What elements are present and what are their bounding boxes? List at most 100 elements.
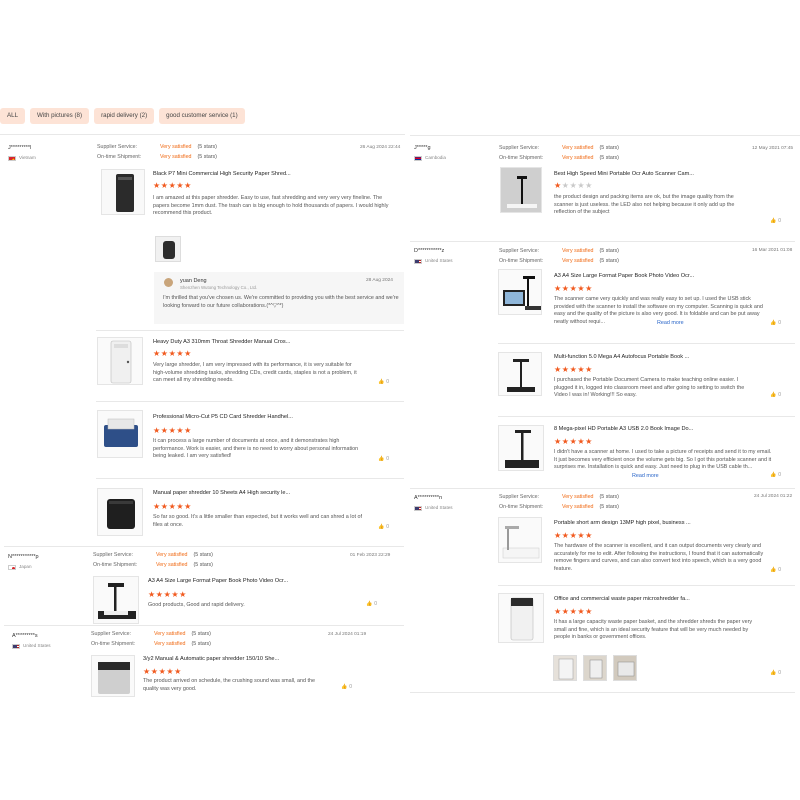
shredder-photo-image: [617, 661, 635, 677]
product-thumbnail[interactable]: [91, 655, 135, 697]
helpful-button[interactable]: 👍 0: [770, 218, 781, 225]
helpful-button[interactable]: 👍 0: [378, 379, 389, 386]
product-title[interactable]: Multi-function 5.0 Mega A4 Autofocus Por…: [554, 354, 714, 362]
thumbs-up-icon: 👍: [378, 524, 385, 530]
review-user: J*********l ★ Vietnam: [8, 145, 36, 162]
product-thumbnail[interactable]: [498, 425, 544, 471]
product-thumbnail[interactable]: [101, 169, 145, 215]
star-rating: ★★★★★: [153, 350, 192, 358]
satisfaction-value: Very satisfied: [562, 258, 594, 265]
star-icon: ★: [561, 607, 570, 616]
review-date: 26 Aug 2024 22:44: [360, 145, 401, 150]
filter-chip-good-service[interactable]: good customer service (1): [159, 108, 245, 125]
star-icon: ★: [160, 181, 169, 190]
helpful-button[interactable]: 👍 0: [770, 567, 781, 574]
helpful-button[interactable]: 👍 0: [366, 601, 377, 608]
scanner-image: [98, 583, 136, 619]
reviewer-country: United States: [414, 258, 453, 265]
helpful-button[interactable]: 👍 0: [378, 456, 389, 463]
product-thumbnail[interactable]: [498, 593, 544, 643]
product-thumbnail[interactable]: [500, 167, 542, 213]
read-more-link[interactable]: Read more: [630, 473, 661, 481]
review-date: 12 May 2021 07:45: [752, 146, 794, 151]
star-icon: ★: [554, 365, 562, 374]
star-rating: ★★★★★: [554, 438, 593, 446]
helpful-button[interactable]: 👍 0: [378, 524, 389, 531]
product-title[interactable]: 3/y2 Manual & Automatic paper shredder 1…: [143, 656, 293, 664]
star-count: (5 stars): [599, 248, 619, 254]
review-text: So far so good. It's a little smaller th…: [153, 514, 362, 528]
review-date: 24 Jul 2024 01:22: [754, 494, 793, 499]
review-divider: [410, 488, 795, 489]
star-rating: ★★★★★: [148, 591, 187, 599]
star-count: (5 stars): [197, 154, 217, 161]
thumbs-up-icon: 👍: [378, 456, 385, 462]
country-name: Cambodia: [425, 155, 446, 161]
thumbs-up-icon: 👍: [770, 320, 777, 326]
product-title[interactable]: Black P7 Mini Commercial High Security P…: [153, 171, 313, 179]
product-title[interactable]: Professional Micro-Cut P5 CD Card Shredd…: [153, 414, 313, 422]
product-title[interactable]: 8 Mega-pixel HD Portable A3 USB 2.0 Book…: [554, 426, 714, 434]
product-title[interactable]: Best High Speed Mini Portable Ocr Auto S…: [554, 171, 714, 179]
helpful-count: 0: [778, 320, 782, 326]
reviewer-name: D***********z: [414, 248, 445, 254]
filter-chip-with-pictures[interactable]: With pictures (8): [30, 108, 90, 125]
read-more-link[interactable]: Read more: [655, 320, 686, 328]
thumbs-up-icon: 👍: [770, 218, 777, 224]
product-title[interactable]: Manual paper shredder 10 Sheets A4 High …: [153, 490, 313, 498]
product-title[interactable]: Office and commercial waste paper micros…: [554, 596, 714, 604]
product-thumbnail[interactable]: [498, 269, 542, 315]
product-title[interactable]: A3 A4 Size Large Format Paper Book Photo…: [554, 273, 714, 281]
product-thumbnail[interactable]: [97, 337, 143, 385]
review-user: N***********p Japan: [8, 554, 39, 571]
satisfaction-value: Very satisfied: [562, 494, 594, 500]
product-title[interactable]: Portable short arm design 13MP high pixe…: [554, 520, 714, 528]
filter-chip-all[interactable]: ALL: [0, 108, 26, 125]
helpful-button[interactable]: 👍 0: [341, 684, 352, 691]
review-photo[interactable]: [553, 655, 577, 681]
helpful-button[interactable]: 👍 0: [770, 320, 781, 327]
reply-date: 28 Aug 2024: [366, 278, 393, 283]
star-icon: ★: [184, 181, 192, 190]
review-text: I purchased the Portable Document Camera…: [554, 377, 745, 399]
star-rating: ★★★★★: [554, 608, 593, 616]
review-photo[interactable]: [613, 655, 637, 681]
review-photo[interactable]: [155, 236, 181, 262]
satisfaction-value: Very satisfied: [154, 641, 186, 648]
product-title[interactable]: A3 A4 Size Large Format Paper Book Photo…: [148, 578, 308, 586]
rating-meta: Supplier Service: Very satisfied (5 stars)…: [97, 144, 217, 161]
avatar: [164, 278, 173, 287]
helpful-button[interactable]: 👍 0: [770, 392, 781, 399]
product-thumbnail[interactable]: [498, 352, 542, 396]
review-date: 24 Jul 2024 01:19: [328, 632, 367, 637]
supplier-service-label: Supplier Service:: [97, 144, 138, 150]
star-count: (5 stars): [599, 258, 619, 265]
filter-chip-rapid-delivery[interactable]: rapid delivery (2): [94, 108, 155, 125]
flag-icon: ★: [8, 156, 16, 162]
star-icon: ★: [561, 437, 570, 446]
review-divider: [96, 478, 404, 479]
seller-reply: yuan Deng Shenzhen Wutong Technology Co.…: [154, 272, 404, 324]
supplier-service-label: Supplier Service:: [499, 494, 540, 500]
review-photo[interactable]: [583, 655, 607, 681]
review-date: 01 Feb 2023 22:29: [350, 553, 391, 558]
product-thumbnail[interactable]: [97, 488, 143, 536]
review-text: The product arrived on schedule, the cru…: [143, 678, 316, 692]
reviewer-name: N***********p: [8, 554, 39, 560]
helpful-button[interactable]: 👍 0: [770, 472, 781, 479]
product-thumbnail[interactable]: [498, 517, 542, 563]
star-icon: ★: [148, 590, 156, 599]
star-icon: ★: [153, 426, 161, 435]
review-text: I didn't have a scanner at home. I used …: [554, 449, 772, 471]
review-date: 16 Mar 2021 01:08: [752, 248, 793, 253]
product-title[interactable]: Heavy Duty A3 310mm Throat Shredder Manu…: [153, 339, 313, 347]
star-icon: ★: [153, 349, 161, 358]
star-icon: ★: [166, 667, 175, 676]
helpful-button[interactable]: 👍 0: [770, 670, 781, 677]
reviewer-name: A**********n: [414, 495, 443, 501]
star-icon: ★: [577, 181, 586, 190]
thumbs-up-icon: 👍: [341, 684, 348, 690]
product-thumbnail[interactable]: [93, 576, 139, 624]
product-thumbnail[interactable]: [97, 410, 143, 458]
star-icon: ★: [554, 607, 562, 616]
